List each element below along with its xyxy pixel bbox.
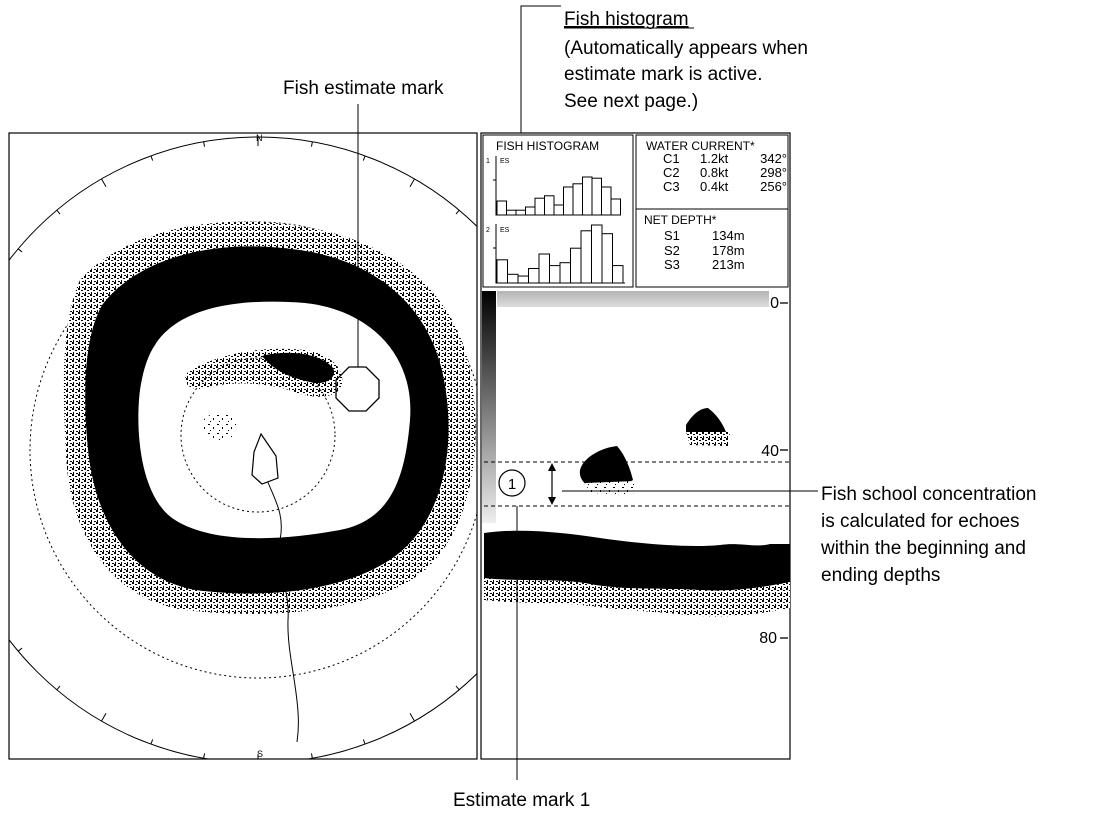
water-current-dir: 342°	[760, 151, 787, 166]
histogram-bar	[528, 268, 540, 284]
water-current-dir: 256°	[760, 179, 787, 194]
histogram-bar	[610, 198, 621, 216]
histogram-row1-tag: ES	[500, 158, 510, 165]
callout-fish-histogram-title: Fish histogram	[564, 9, 689, 30]
histogram-bar	[570, 247, 582, 284]
histogram-bar	[538, 253, 550, 284]
fish-echo-school-1-edge	[585, 481, 635, 495]
depth-label-80: 80	[759, 630, 777, 647]
histogram-bar	[580, 230, 592, 284]
histogram-bar	[553, 204, 564, 216]
sonar-north-label: N	[256, 133, 263, 143]
net-depth-value: 134m	[712, 228, 745, 243]
water-current-speed: 1.2kt	[700, 151, 729, 166]
net-depth-id: S2	[664, 243, 680, 258]
water-current-dir: 298°	[760, 165, 787, 180]
histogram-bar	[515, 209, 526, 216]
depth-label-40: 40	[761, 443, 779, 460]
depth-label-0: 0	[770, 295, 779, 312]
fish-histogram-title: FISH HISTOGRAM	[496, 139, 599, 153]
water-current-id: C3	[663, 179, 680, 194]
water-current-id: C1	[663, 151, 680, 166]
histogram-bar	[549, 265, 561, 284]
histogram-bar	[601, 186, 612, 216]
histogram-bar	[517, 275, 529, 284]
water-current-speed: 0.8kt	[700, 165, 729, 180]
net-depth-value: 178m	[712, 243, 745, 258]
histogram-bar	[559, 262, 571, 284]
callout-fish-histogram: Fish histogram (Automatically appears wh…	[520, 5, 808, 133]
histogram-bar	[572, 183, 583, 216]
echo-color-bar	[482, 291, 496, 523]
callout-concentration-line-4: ending depths	[821, 565, 940, 586]
water-current-speed: 0.4kt	[700, 179, 729, 194]
net-depth-id: S1	[664, 228, 680, 243]
histogram-bar	[525, 206, 536, 216]
callout-fish-histogram-note-3: See next page.)	[564, 91, 698, 112]
histogram-row1-index: 1	[486, 158, 490, 165]
histogram-bar	[591, 224, 603, 284]
callout-concentration-line-1: Fish school concentration	[821, 484, 1036, 505]
callout-fish-estimate-mark-label: Fish estimate mark	[283, 78, 444, 99]
histogram-bar	[496, 200, 507, 216]
water-current-id: C2	[663, 165, 680, 180]
histogram-bar	[591, 177, 602, 216]
histogram-bar	[507, 273, 519, 284]
net-depth-id: S3	[664, 257, 680, 272]
net-depth-value: 213m	[712, 257, 745, 272]
histogram-bar	[534, 197, 545, 216]
echo-top-strip	[497, 291, 769, 307]
histogram-bar	[506, 209, 517, 216]
sonar-south-label: S	[257, 749, 263, 759]
histogram-bar	[582, 176, 593, 216]
callout-concentration-line-2: is calculated for echoes	[821, 511, 1020, 532]
histogram-row2-index: 2	[486, 227, 490, 234]
histogram-bar	[601, 233, 613, 284]
net-depth-title: NET DEPTH*	[644, 213, 717, 227]
callout-fish-histogram-note-1: (Automatically appears when	[564, 38, 808, 59]
callout-fish-histogram-note-2: estimate mark is active.	[564, 64, 763, 85]
histogram-row2-tag: ES	[500, 227, 510, 234]
estimate-mark-number: 1	[508, 476, 516, 493]
histogram-bar	[563, 186, 574, 216]
sonar-diagram: N S FISH HISTOGRAM 1 ES 2 ES WATER CURRE…	[8, 5, 1036, 811]
histogram-bar	[612, 265, 624, 284]
fish-echo-school-2-edge	[686, 432, 730, 446]
callout-concentration-line-3: within the beginning and	[820, 538, 1026, 559]
histogram-bar	[544, 195, 555, 216]
callout-estimate-mark-1-label: Estimate mark 1	[453, 790, 590, 811]
histogram-bar	[496, 259, 508, 284]
